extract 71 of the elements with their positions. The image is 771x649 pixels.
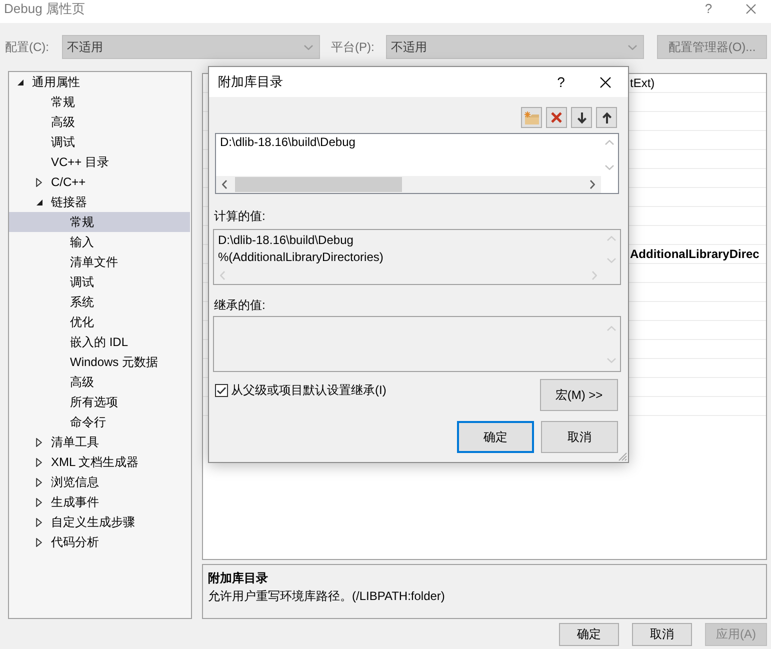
chevron-up-icon xyxy=(607,326,616,331)
tree-item[interactable]: 常规 xyxy=(9,92,190,112)
directory-list[interactable]: D:\dlib-18.16\build\Debug xyxy=(215,133,619,194)
chevron-up-icon xyxy=(605,140,614,145)
tree-item[interactable]: VC++ 目录 xyxy=(9,152,190,172)
ok-button[interactable]: 确定 xyxy=(559,623,619,646)
help-button[interactable]: ? xyxy=(539,67,583,97)
chevron-down-icon xyxy=(628,44,637,50)
chevron-down-icon xyxy=(605,165,614,170)
cancel-button[interactable]: 取消 xyxy=(632,623,692,646)
checkbox-label: 从父级或项目默认设置继承(I) xyxy=(231,382,388,398)
move-up-button[interactable] xyxy=(596,107,617,128)
new-folder-icon xyxy=(524,110,540,124)
delete-line-button[interactable] xyxy=(546,107,567,128)
move-down-button[interactable] xyxy=(571,107,592,128)
tree-item[interactable]: 代码分析 xyxy=(9,532,190,552)
checkbox[interactable] xyxy=(215,384,228,397)
property-value: AdditionalLibraryDirec xyxy=(630,246,760,262)
tree-item[interactable]: 自定义生成步骤 xyxy=(9,512,190,532)
configuration-label: 配置(C): xyxy=(5,38,50,56)
ok-button[interactable]: 确定 xyxy=(457,421,534,453)
chevron-right-icon xyxy=(592,271,597,280)
tree-item[interactable]: 高级 xyxy=(9,112,190,132)
description-text: 允许用户重写环境库路径。(/LIBPATH:folder) xyxy=(208,588,446,605)
computed-value: D:\dlib-18.16\build\Debug xyxy=(218,232,354,249)
down-arrow-icon xyxy=(576,112,586,124)
chevron-down-icon xyxy=(304,44,313,50)
tree-item[interactable]: 清单文件 xyxy=(9,252,190,272)
tree-item[interactable]: 通用属性 xyxy=(9,72,190,92)
tree-item[interactable]: 命令行 xyxy=(9,412,190,432)
tree-item[interactable]: 常规 xyxy=(9,212,190,232)
tree-item[interactable]: 调试 xyxy=(9,132,190,152)
chevron-left-icon xyxy=(222,180,227,189)
tree-item[interactable]: 输入 xyxy=(9,232,190,252)
horizontal-scrollbar[interactable] xyxy=(216,176,601,193)
tree-item[interactable]: 嵌入的 IDL xyxy=(9,332,190,352)
tree-item[interactable]: 浏览信息 xyxy=(9,472,190,492)
scrollbar-thumb[interactable] xyxy=(235,177,402,192)
window-title: Debug 属性页 xyxy=(3,0,86,17)
help-button[interactable]: ? xyxy=(686,0,731,18)
tree-item[interactable]: 清单工具 xyxy=(9,432,190,452)
tree-item[interactable]: 优化 xyxy=(9,312,190,332)
chevron-left-icon xyxy=(220,271,225,280)
tree-item[interactable]: 调试 xyxy=(9,272,190,292)
cancel-button[interactable]: 取消 xyxy=(541,421,618,453)
chevron-down-icon xyxy=(607,358,616,363)
macros-button[interactable]: 宏(M) >> xyxy=(540,379,618,411)
chevron-right-icon xyxy=(590,180,595,189)
tree-item[interactable]: 高级 xyxy=(9,372,190,392)
description-title: 附加库目录 xyxy=(208,570,269,587)
tree-item[interactable]: 所有选项 xyxy=(9,392,190,412)
tree-item[interactable]: 链接器 xyxy=(9,192,190,212)
inherited-values-label: 继承的值: xyxy=(214,297,266,313)
tree-item[interactable]: 生成事件 xyxy=(9,492,190,512)
platform-label: 平台(P): xyxy=(331,38,376,56)
chevron-up-icon xyxy=(607,236,616,241)
tree-item[interactable]: 系统 xyxy=(9,292,190,312)
up-arrow-icon xyxy=(602,112,612,124)
close-icon xyxy=(746,4,756,14)
property-value: tExt) xyxy=(630,74,655,92)
tree-item[interactable]: XML 文档生成器 xyxy=(9,452,190,472)
dialog-title: 附加库目录 xyxy=(217,73,284,91)
close-icon xyxy=(600,76,611,88)
chevron-down-icon xyxy=(607,258,616,263)
computed-values-label: 计算的值: xyxy=(214,208,266,224)
delete-icon xyxy=(551,112,562,123)
tree-item[interactable]: Windows 元数据 xyxy=(9,352,190,372)
directory-entry[interactable]: D:\dlib-18.16\build\Debug xyxy=(220,134,597,150)
resize-grip-icon xyxy=(618,452,627,461)
tree-item[interactable]: C/C++ xyxy=(9,172,190,192)
computed-value: %(AdditionalLibraryDirectories) xyxy=(218,249,384,266)
